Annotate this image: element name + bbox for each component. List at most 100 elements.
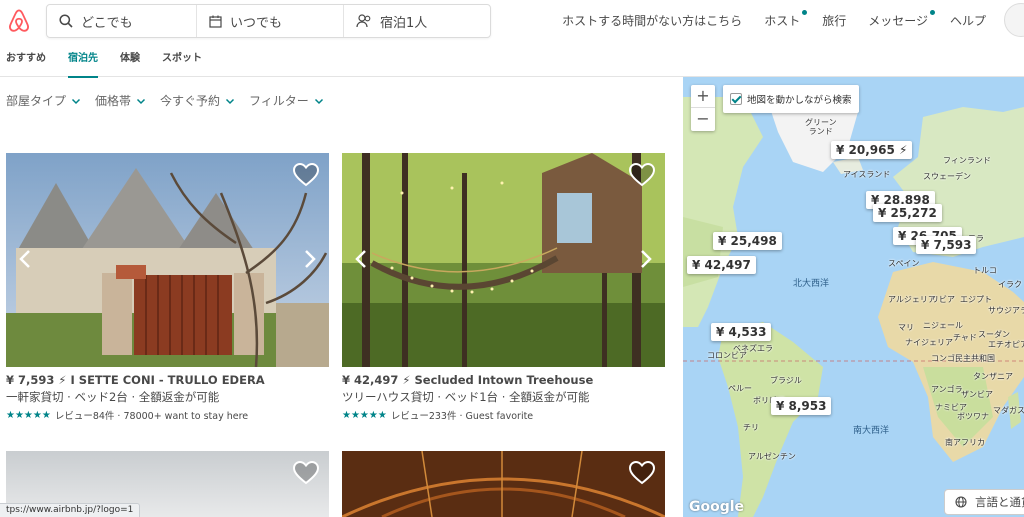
map-label: エチオピア [988,340,1024,349]
map-label: アイスランド [843,170,891,179]
host-link[interactable]: ホスト [764,9,808,29]
map-label: アルジェリア [888,295,936,304]
map-price-pin[interactable]: ¥ 20,965 ⚡︎ [831,141,913,159]
messages-link-label: メッセージ [868,13,928,28]
map-panel[interactable]: + − 地図を動かしながら検索 グリーン ランド アイスランド フィンランド ス… [683,77,1024,517]
zoom-out-button[interactable]: − [691,108,715,131]
map-price-pin[interactable]: ¥ 7,593 [916,236,977,254]
language-currency-label: 言語と通貨 [975,495,1024,509]
filter-label: フィルター [249,94,309,108]
map-label: チリ [743,423,759,432]
listing-name: Secluded Intown Treehouse [414,373,594,387]
map-price-pin[interactable]: ¥ 4,533 [711,323,772,341]
listing-card[interactable]: ¥ 42,497 ⚡︎ Secluded Intown Treehouse ツリ… [342,153,665,422]
listing-details: ツリーハウス貸切 · ベッド1台 · 全額返金が可能 [342,390,590,404]
map-price-pin[interactable]: ¥ 25,498 [713,232,782,250]
treehouse-photo [342,153,665,367]
messages-link[interactable]: メッセージ [868,9,935,29]
chevron-left-icon[interactable] [354,249,368,269]
filter-room-type[interactable]: 部屋タイプ [6,92,81,109]
filter-label: 今すぐ予約 [160,94,221,108]
filter-bar: 部屋タイプ 価格帯 今すぐ予約 フィルター [6,92,338,109]
map-price-pin[interactable]: ¥ 25,272 [873,204,942,222]
google-logo: Google [689,499,745,515]
chevron-right-icon[interactable] [303,249,317,269]
listing-photo[interactable] [342,451,665,517]
listings-panel: 部屋タイプ 価格帯 今すぐ予約 フィルター ¥ 7,593 ⚡︎ I SETTE… [0,0,683,517]
listing-card[interactable] [342,451,665,517]
listing-name: I SETTE CONI - TRULLO EDERA [70,373,265,387]
notification-dot [802,9,808,15]
map-label: アルゼンチン [748,452,796,461]
chevron-left-icon[interactable] [18,249,32,269]
chevron-down-icon [226,98,235,104]
map-zoom-control: + − [691,85,715,131]
search-as-map-moves-label: 地図を動かしながら検索 [747,95,852,106]
map-label: 南大西洋 [853,426,890,436]
listing-reviews: ★★★★★ レビュー233件 · Guest favorite [342,408,665,423]
host-link-label: ホスト [764,13,801,28]
map-label: コンゴ民主共和国 [931,354,995,363]
heart-icon[interactable] [293,163,319,187]
rating-stars-icon: ★★★★★ [342,409,387,421]
chevron-right-icon[interactable] [639,249,653,269]
help-link[interactable]: ヘルプ [950,12,986,29]
chevron-down-icon [71,98,81,104]
search-as-map-moves-toggle[interactable]: 地図を動かしながら検索 [723,85,859,113]
filter-label: 価格帯 [95,94,132,108]
review-text: レビュー233件 · Guest favorite [390,411,534,422]
map-label: ブラジル [770,376,802,385]
listing-photo[interactable] [6,153,329,367]
listing-details: 一軒家貸切 · ベッド2台 · 全額返金が可能 [6,390,220,404]
trullo-photo [6,153,329,367]
pin-price: ¥ 20,965 [836,143,895,157]
filter-price[interactable]: 価格帯 [95,92,146,109]
heart-icon[interactable] [629,461,655,485]
map-price-pin[interactable]: ¥ 42,497 [687,256,756,274]
instant-book-icon: ⚡︎ [58,373,67,387]
filter-label: 部屋タイプ [6,94,67,108]
user-avatar[interactable] [1004,3,1024,37]
map-label: スペイン [888,259,920,268]
review-text: レビュー84件 · 78000+ want to stay here [54,411,249,422]
filter-instant-book[interactable]: 今すぐ予約 [160,92,235,109]
map-label: ニジェール [923,321,963,330]
trips-link[interactable]: 旅行 [822,12,846,29]
listing-card[interactable]: ¥ 7,593 ⚡︎ I SETTE CONI - TRULLO EDERA 一… [6,153,329,422]
heart-icon[interactable] [293,461,319,485]
language-currency-button[interactable]: 言語と通貨 [944,489,1024,515]
map-label: アンゴラ [931,385,963,394]
zoom-in-button[interactable]: + [691,85,715,108]
map-label: マリ [898,323,914,332]
browser-status-url: tps://www.airbnb.jp/?logo=1 [0,503,141,517]
map-label: リビア [931,295,955,304]
map-label: スウェーデン [923,172,971,181]
map-label: イラク [998,280,1022,289]
listing-title[interactable]: ¥ 7,593 ⚡︎ I SETTE CONI - TRULLO EDERA [6,373,329,387]
map-label: フィンランド [943,156,991,165]
instant-book-icon: ⚡︎ [402,373,411,387]
map-price-pin[interactable]: ¥ 8,953 [771,397,832,415]
filter-more[interactable]: フィルター [249,92,324,109]
map-label: エジプト [960,295,992,304]
map-label: マダガスカ [993,406,1024,415]
map-label: 南アフリカ [945,438,985,447]
instant-book-icon: ⚡︎ [899,143,908,157]
listing-title[interactable]: ¥ 42,497 ⚡︎ Secluded Intown Treehouse [342,373,665,387]
pin-price: ¥ 7,593 [921,238,972,252]
map-label: サウジアラビ [988,306,1024,315]
map-label: グリーン ランド [805,118,837,136]
map-label: ナイジェリア [905,338,953,347]
pin-price: ¥ 8,953 [776,399,827,413]
pin-price: ¥ 25,272 [878,206,937,220]
listing-reviews: ★★★★★ レビュー84件 · 78000+ want to stay here [6,408,329,423]
listing-photo[interactable] [342,153,665,367]
pin-price: ¥ 42,497 [692,258,751,272]
map-label: タンザニア [973,372,1013,381]
chevron-down-icon [137,98,146,104]
checkbox-checked-icon[interactable] [730,93,742,105]
map-label: ザンビア [961,390,993,399]
globe-icon [955,496,967,508]
listing-price: ¥ 42,497 [342,373,399,387]
heart-icon[interactable] [629,163,655,187]
